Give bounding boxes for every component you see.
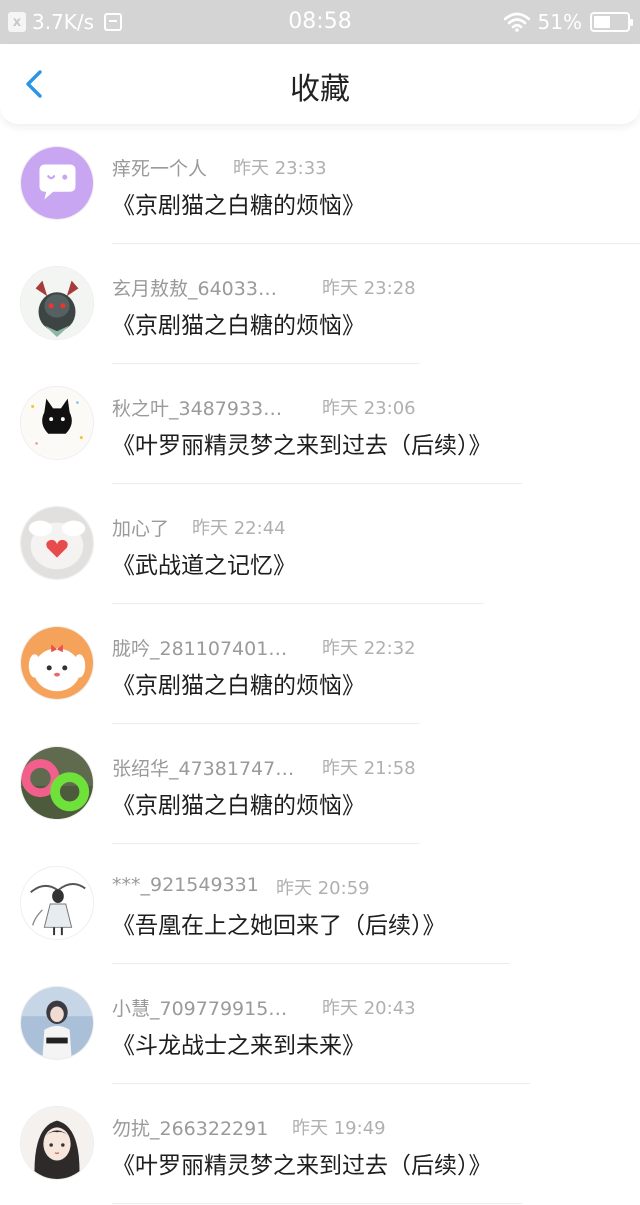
battery-level <box>594 16 611 28</box>
author-name: 胧吟_281107401… <box>112 638 288 660</box>
story-title: 《京剧猫之白糖的烦恼》 <box>112 313 365 339</box>
author-name: 张绍华_47381747… <box>112 758 295 780</box>
battery-icon <box>590 12 633 32</box>
item-time: 昨天 23:33 <box>233 158 327 179</box>
story-title: 《斗龙战士之来到未来》 <box>112 1033 365 1059</box>
list-item[interactable]: 小慧_709779915… 昨天 20:43 《斗龙战士之来到未来》 <box>0 964 640 1084</box>
list-item[interactable]: 加心了 昨天 22:44 《武战道之记忆》 <box>0 484 640 604</box>
swim-rings-avatar-icon <box>21 747 93 819</box>
avatar[interactable] <box>20 386 94 460</box>
author-name: 玄月敖敖_64033… <box>112 278 277 300</box>
story-title: 《叶罗丽精灵梦之来到过去（后续）》 <box>112 433 492 459</box>
author-name: ***_921549331 <box>112 874 259 896</box>
item-meta: 秋之叶_3487933… 昨天 23:06 <box>112 394 416 421</box>
status-bar: x 3.7K/s 08:58 51% <box>0 0 640 44</box>
list-item[interactable]: 胧吟_281107401… 昨天 22:32 《京剧猫之白糖的烦恼》 <box>0 604 640 724</box>
chat-bubble-avatar-icon <box>21 147 93 219</box>
list-item[interactable]: 勿扰_266322291 昨天 19:49 《叶罗丽精灵梦之来到过去（后续）》 <box>0 1084 640 1204</box>
girl-photo-avatar-icon <box>21 987 93 1059</box>
item-time: 昨天 19:49 <box>292 1118 386 1139</box>
item-time: 昨天 21:58 <box>322 758 416 779</box>
story-title: 《叶罗丽精灵梦之来到过去（后续）》 <box>112 1153 492 1179</box>
item-meta: ***_921549331 昨天 20:59 <box>112 874 370 899</box>
avatar[interactable] <box>20 266 94 340</box>
battery-percent: 51% <box>537 10 582 34</box>
item-time: 昨天 20:59 <box>276 878 370 899</box>
item-time: 昨天 20:43 <box>322 998 416 1019</box>
author-name: 小慧_709779915… <box>112 998 288 1020</box>
story-title: 《京剧猫之白糖的烦恼》 <box>112 193 365 219</box>
story-title: 《武战道之记忆》 <box>112 553 296 579</box>
avatar[interactable] <box>20 506 94 580</box>
item-meta: 张绍华_47381747… 昨天 21:58 <box>112 754 416 781</box>
black-cat-avatar-icon <box>21 387 93 459</box>
fluffy-heart-avatar-icon <box>21 507 93 579</box>
dragon-avatar-icon <box>21 267 93 339</box>
ink-figure-avatar-icon <box>21 867 93 939</box>
avatar[interactable] <box>20 986 94 1060</box>
story-title: 《京剧猫之白糖的烦恼》 <box>112 793 365 819</box>
item-time: 昨天 22:32 <box>322 638 416 659</box>
story-title: 《吾凰在上之她回来了（后续）》 <box>112 913 446 939</box>
author-name: 痒死一个人 <box>112 158 208 180</box>
avatar[interactable] <box>20 626 94 700</box>
list-item[interactable]: 张绍华_47381747… 昨天 21:58 《京剧猫之白糖的烦恼》 <box>0 724 640 844</box>
divider <box>112 1203 522 1204</box>
author-name: 秋之叶_3487933… <box>112 398 283 420</box>
item-meta: 胧吟_281107401… 昨天 22:32 <box>112 634 416 661</box>
item-meta: 玄月敖敖_64033… 昨天 23:28 <box>112 274 416 301</box>
avatar[interactable] <box>20 146 94 220</box>
page-title: 收藏 <box>290 72 350 107</box>
author-name: 加心了 <box>112 518 170 540</box>
item-time: 昨天 23:28 <box>322 278 416 299</box>
anime-girl-avatar-icon <box>21 1107 93 1179</box>
list-item[interactable]: 玄月敖敖_64033… 昨天 23:28 《京剧猫之白糖的烦恼》 <box>0 244 640 364</box>
puppy-avatar-icon <box>21 627 93 699</box>
status-right: 51% <box>503 0 633 44</box>
favorites-list: 痒死一个人 昨天 23:33 《京剧猫之白糖的烦恼》 玄月敖敖_64033… 昨… <box>0 124 640 1204</box>
item-meta: 小慧_709779915… 昨天 20:43 <box>112 994 416 1021</box>
item-time: 昨天 23:06 <box>322 398 416 419</box>
avatar[interactable] <box>20 746 94 820</box>
header-bar: 收藏 <box>0 44 640 124</box>
avatar[interactable] <box>20 1106 94 1180</box>
item-meta: 加心了 昨天 22:44 <box>112 514 286 541</box>
list-item[interactable]: ***_921549331 昨天 20:59 《吾凰在上之她回来了（后续）》 <box>0 844 640 964</box>
story-title: 《京剧猫之白糖的烦恼》 <box>112 673 365 699</box>
item-meta: 痒死一个人 昨天 23:33 <box>112 154 327 181</box>
list-item[interactable]: 秋之叶_3487933… 昨天 23:06 《叶罗丽精灵梦之来到过去（后续）》 <box>0 364 640 484</box>
item-meta: 勿扰_266322291 昨天 19:49 <box>112 1114 386 1141</box>
wifi-icon <box>503 12 530 32</box>
list-item[interactable]: 痒死一个人 昨天 23:33 《京剧猫之白糖的烦恼》 <box>0 124 640 244</box>
item-time: 昨天 22:44 <box>192 518 286 539</box>
author-name: 勿扰_266322291 <box>112 1118 269 1140</box>
avatar[interactable] <box>20 866 94 940</box>
